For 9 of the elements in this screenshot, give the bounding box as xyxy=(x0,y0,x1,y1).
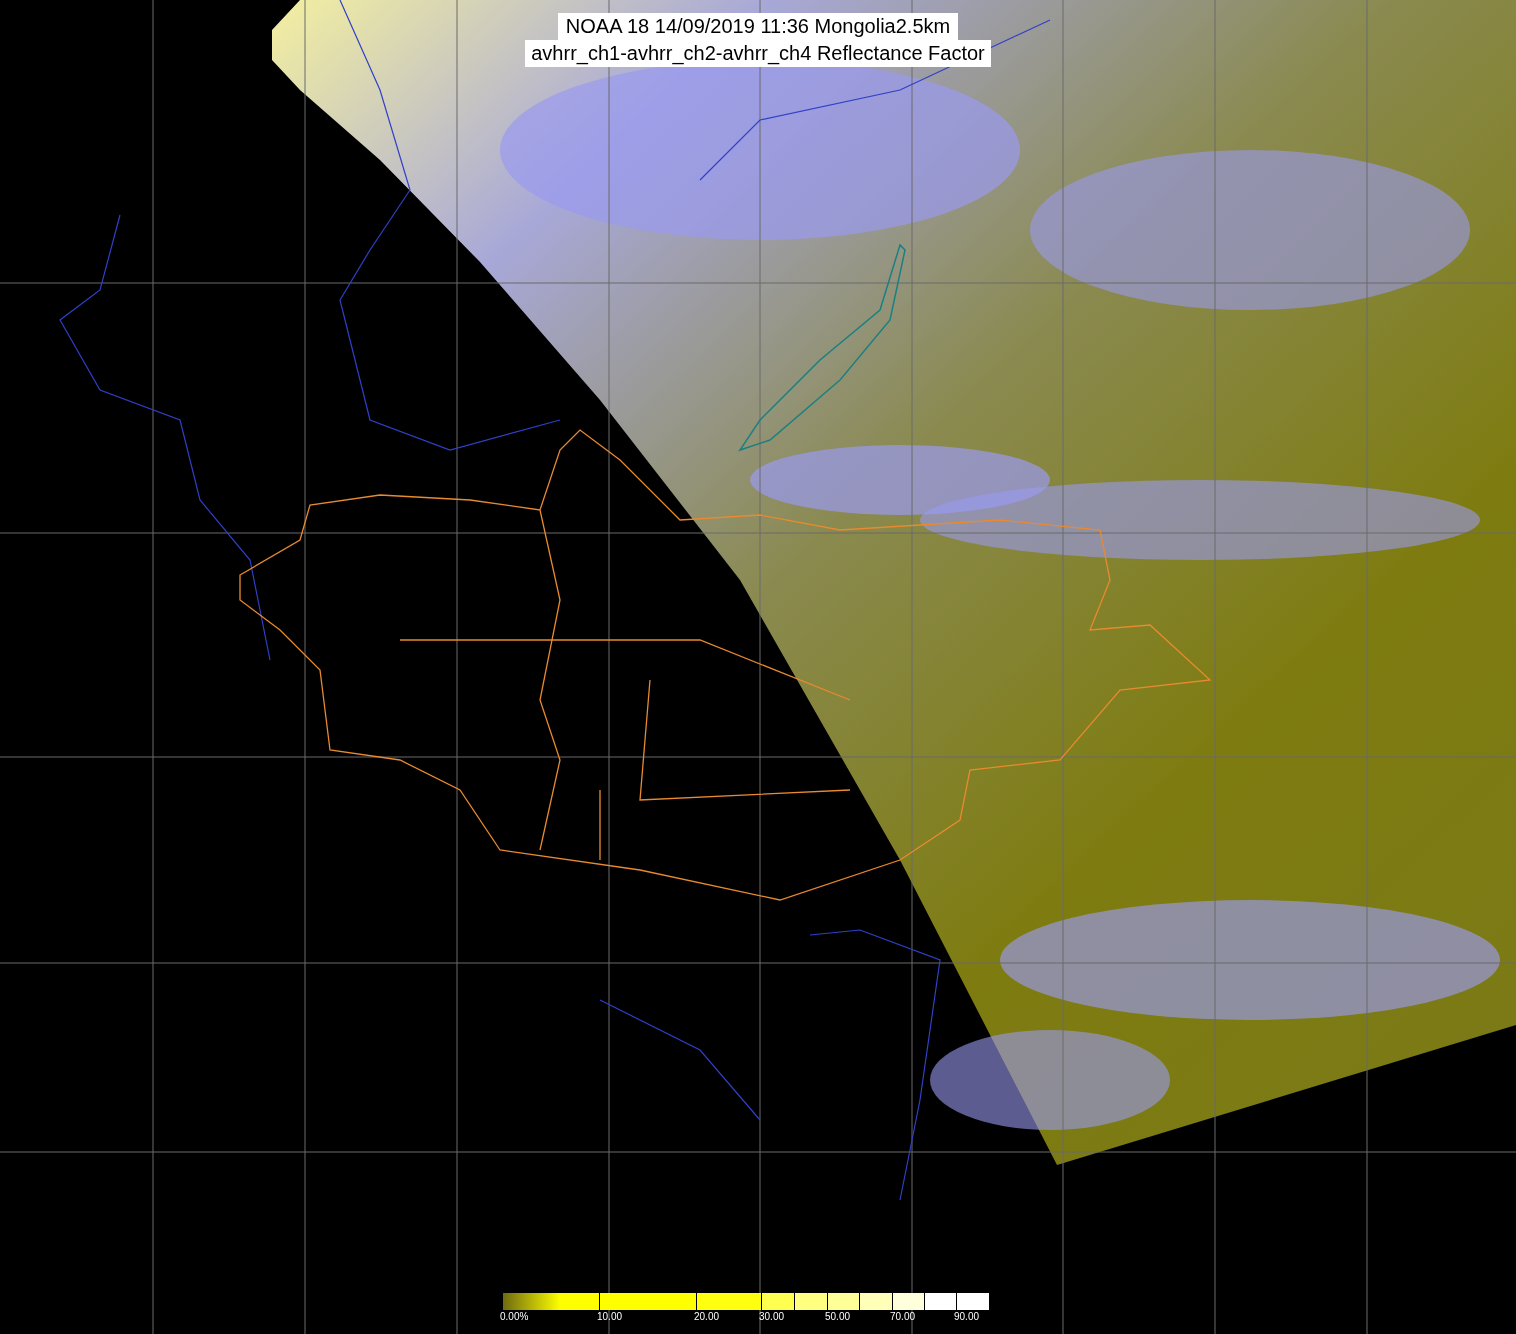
colorbar-tick-label: 20.00 xyxy=(694,1311,720,1322)
colorbar-tick-label: 90.00 xyxy=(954,1311,980,1322)
colorbar-tick-label: 30.00 xyxy=(759,1311,785,1322)
map-title: avhrr_ch1-avhrr_ch2-avhrr_ch4 Reflectance Factor xyxy=(525,40,991,67)
colorbar-tick-label: 70.00 xyxy=(890,1311,916,1322)
colorbar-tick-label: 0.00% xyxy=(500,1311,529,1322)
colorbar-tick-label: 50.00 xyxy=(825,1311,851,1322)
colorbar-tick-label: 10.00 xyxy=(597,1311,623,1322)
map-title: NOAA 18 14/09/2019 11:36 Mongolia2.5km xyxy=(557,13,959,40)
